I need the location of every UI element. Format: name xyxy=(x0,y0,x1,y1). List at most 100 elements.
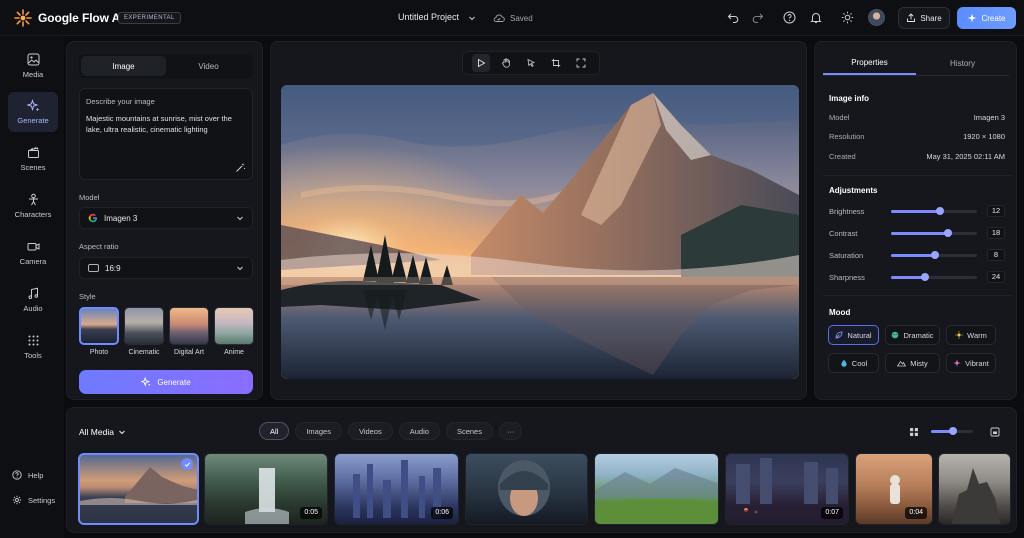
tab-video[interactable]: Video xyxy=(166,56,251,76)
model-select[interactable]: Imagen 3 xyxy=(79,207,253,229)
settings-link[interactable]: Settings xyxy=(12,495,55,505)
generate-panel: Image Video Describe your image Majestic… xyxy=(66,41,263,400)
create-label: Create xyxy=(981,13,1006,23)
clapper-icon xyxy=(27,146,40,159)
logo-icon xyxy=(14,9,32,27)
chevron-down-icon xyxy=(236,264,244,272)
fullscreen-icon[interactable] xyxy=(572,54,590,72)
slider-knob[interactable] xyxy=(921,272,930,281)
contrast-slider[interactable] xyxy=(891,228,977,237)
style-option-photo[interactable]: Photo xyxy=(79,307,119,359)
media-thumb-7[interactable]: 0:04 xyxy=(855,453,933,525)
mood-dramatic[interactable]: Dramatic xyxy=(885,325,940,345)
nav-item-scenes[interactable]: Scenes xyxy=(8,139,58,179)
prompt-input[interactable]: Majestic mountains at sunrise, mist over… xyxy=(86,113,236,135)
nav-item-media[interactable]: Media xyxy=(8,46,58,86)
media-thumb-3[interactable]: 0:06 xyxy=(334,453,459,525)
filter-all[interactable]: All xyxy=(259,422,290,440)
crop-icon[interactable] xyxy=(547,54,565,72)
filter-audio[interactable]: Audio xyxy=(398,422,440,440)
slider-knob[interactable] xyxy=(930,250,939,259)
media-thumb-4[interactable] xyxy=(465,453,588,525)
style-option-cinematic[interactable]: Cinematic xyxy=(124,307,164,359)
nav-item-generate[interactable]: Generate xyxy=(8,92,58,132)
help-circle-icon[interactable] xyxy=(783,11,797,25)
help-circle-icon xyxy=(12,470,22,480)
generate-button[interactable]: Generate xyxy=(79,370,253,394)
nav-item-characters[interactable]: Characters xyxy=(8,186,58,226)
style-thumb xyxy=(79,307,119,345)
mood-vibrant[interactable]: Vibrant xyxy=(946,353,996,373)
tab-history[interactable]: History xyxy=(916,52,1009,75)
mood-label: Natural xyxy=(847,330,872,340)
tab-properties[interactable]: Properties xyxy=(823,52,916,75)
media-thumb-6[interactable]: 0:07 xyxy=(725,453,849,525)
chevron-down-icon xyxy=(236,214,244,222)
magic-wand-icon[interactable] xyxy=(235,162,246,173)
avatar[interactable] xyxy=(868,9,885,26)
adjustment-name: Brightness xyxy=(829,206,865,216)
all-media-dropdown[interactable]: All Media xyxy=(79,427,126,437)
share-button[interactable]: Share xyxy=(898,7,950,29)
generated-image[interactable] xyxy=(281,85,799,379)
slider-knob[interactable] xyxy=(936,206,945,215)
more-filters-button[interactable]: ··· xyxy=(498,422,523,440)
mood-misty[interactable]: Misty xyxy=(885,353,940,373)
project-title[interactable]: Untitled Project xyxy=(398,12,476,22)
style-picker: Photo Cinematic Digital Art Anime xyxy=(79,307,254,359)
properties-panel: Properties History Image info Model Imag… xyxy=(814,41,1017,400)
hand-icon[interactable] xyxy=(497,54,515,72)
camera-icon xyxy=(27,240,40,253)
mood-warm[interactable]: Warm xyxy=(946,325,996,345)
nav-item-camera[interactable]: Camera xyxy=(8,233,58,273)
settings-label: Settings xyxy=(28,495,56,505)
grid-icon xyxy=(27,334,40,347)
fit-view-icon[interactable] xyxy=(990,427,1000,437)
sharpness-slider[interactable] xyxy=(891,272,977,281)
brightness-slider[interactable] xyxy=(891,206,977,215)
style-option-label: Photo xyxy=(89,349,109,356)
create-button[interactable]: Create xyxy=(957,7,1016,29)
mood-cool[interactable]: Cool xyxy=(828,353,879,373)
sun-icon[interactable] xyxy=(841,11,855,25)
adjustment-value[interactable]: 24 xyxy=(987,271,1005,283)
grid-view-icon[interactable] xyxy=(909,427,919,437)
redo-icon[interactable] xyxy=(752,11,766,25)
filter-scenes[interactable]: Scenes xyxy=(445,422,493,440)
undo-icon[interactable] xyxy=(727,11,741,25)
filter-videos[interactable]: Videos xyxy=(347,422,393,440)
style-option-anime[interactable]: Anime xyxy=(214,307,254,359)
adjustment-value[interactable]: 18 xyxy=(987,227,1005,239)
help-link[interactable]: Help xyxy=(12,470,43,480)
saturation-slider[interactable] xyxy=(891,250,977,259)
play-icon[interactable] xyxy=(472,54,491,72)
tab-image[interactable]: Image xyxy=(81,56,166,76)
media-thumb-5[interactable] xyxy=(594,453,719,525)
save-status-text: Saved xyxy=(510,13,533,23)
media-thumb-8[interactable] xyxy=(938,453,1011,525)
nav-item-label: Scenes xyxy=(20,163,46,172)
bell-icon[interactable] xyxy=(810,11,824,25)
pointer-icon[interactable] xyxy=(522,54,540,72)
prompt-box[interactable]: Describe your image Majestic mountains a… xyxy=(79,88,253,180)
adjustment-value[interactable]: 12 xyxy=(987,205,1005,217)
media-thumb-2[interactable]: 0:05 xyxy=(204,453,328,525)
adjustment-value[interactable]: 8 xyxy=(987,249,1005,261)
aspect-select[interactable]: 16:9 xyxy=(79,257,253,279)
mood-natural[interactable]: Natural xyxy=(828,325,879,345)
nav-item-audio[interactable]: Audio xyxy=(8,280,58,320)
prompt-label: Describe your image xyxy=(86,97,155,106)
slider-knob[interactable] xyxy=(943,228,952,237)
adjustment-sharpness: Sharpness 24 xyxy=(829,271,1005,283)
adjustments-title: Adjustments xyxy=(829,186,878,195)
slider-knob[interactable] xyxy=(949,427,957,435)
style-option-digital-art[interactable]: Digital Art xyxy=(169,307,209,359)
canvas-panel xyxy=(270,41,807,400)
filter-images[interactable]: Images xyxy=(295,422,342,440)
thumbnail-size-slider[interactable] xyxy=(931,427,973,435)
info-value: Imagen 3 xyxy=(973,113,1005,122)
brand-name: Google Flow AI xyxy=(38,11,124,25)
nav-item-tools[interactable]: Tools xyxy=(8,327,58,367)
nav-item-label: Characters xyxy=(14,210,52,219)
media-thumb-1[interactable] xyxy=(78,453,199,525)
